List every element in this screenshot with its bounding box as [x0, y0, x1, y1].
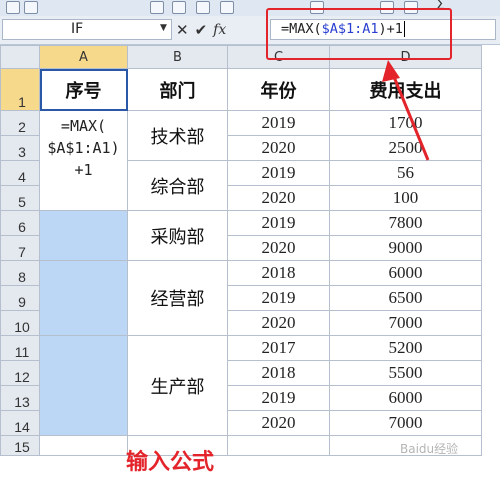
header-cell-department[interactable]: 部门 — [127, 68, 228, 111]
select-all-corner[interactable] — [0, 45, 40, 69]
header-cell-year[interactable]: 年份 — [227, 68, 330, 111]
format-painter-icon[interactable] — [150, 1, 164, 14]
row-header[interactable]: 5 — [0, 185, 40, 211]
row-header[interactable]: 10 — [0, 310, 40, 336]
year-cell[interactable]: 2019 — [227, 285, 330, 311]
expense-cell[interactable]: 100 — [329, 185, 482, 211]
header-cell-number[interactable]: 序号 — [39, 68, 128, 111]
annotation-text: 输入公式 — [126, 450, 215, 475]
insert-function-icon[interactable]: fx — [213, 22, 226, 38]
empty-cell[interactable] — [227, 435, 330, 456]
formula-highlight-box — [266, 8, 452, 60]
department-cell[interactable]: 综合部 — [127, 160, 228, 211]
year-cell[interactable]: 2020 — [227, 135, 330, 161]
expense-cell[interactable]: 7000 — [329, 410, 482, 436]
year-cell[interactable]: 2020 — [227, 235, 330, 261]
row-header[interactable]: 11 — [0, 335, 40, 361]
department-cell[interactable]: 经营部 — [127, 260, 228, 336]
row-header[interactable]: 15 — [0, 435, 40, 456]
row-header[interactable]: 3 — [0, 135, 40, 161]
expense-cell[interactable]: 5200 — [329, 335, 482, 361]
row-header[interactable]: 4 — [0, 160, 40, 186]
row-header[interactable]: 14 — [0, 410, 40, 436]
watermark: Baidu经验 — [400, 442, 459, 456]
row-header[interactable]: 12 — [0, 360, 40, 386]
enter-check-icon[interactable]: ✔ — [195, 21, 208, 39]
column-header-a[interactable]: A — [39, 45, 128, 69]
expense-cell[interactable]: 2500 — [329, 135, 482, 161]
year-cell[interactable]: 2019 — [227, 385, 330, 411]
row-header[interactable]: 13 — [0, 385, 40, 411]
year-cell[interactable]: 2020 — [227, 410, 330, 436]
column-header-b[interactable]: B — [127, 45, 228, 69]
merged-number-cell[interactable] — [39, 335, 128, 436]
formula-line-3: +1 — [74, 161, 93, 179]
formula-buttons: ✕ ✔ fx — [176, 20, 226, 40]
header-cell-expense[interactable]: 费用支出 — [329, 68, 482, 111]
drawing-icon[interactable] — [220, 1, 234, 14]
expense-cell[interactable]: 7800 — [329, 210, 482, 236]
year-cell[interactable]: 2019 — [227, 210, 330, 236]
undo-icon[interactable] — [24, 1, 38, 14]
expense-cell[interactable]: 9000 — [329, 235, 482, 261]
department-cell[interactable]: 技术部 — [127, 110, 228, 161]
department-cell[interactable]: 采购部 — [127, 210, 228, 261]
year-cell[interactable]: 2017 — [227, 335, 330, 361]
year-cell[interactable]: 2018 — [227, 260, 330, 286]
row-header[interactable]: 8 — [0, 260, 40, 286]
save-icon[interactable] — [6, 1, 20, 14]
merged-number-cell[interactable] — [39, 260, 128, 336]
row-header[interactable]: 6 — [0, 210, 40, 236]
formula-line-2: $A$1:A1) — [47, 139, 120, 157]
row-header[interactable]: 7 — [0, 235, 40, 261]
year-cell[interactable]: 2019 — [227, 160, 330, 186]
sort-icon[interactable] — [172, 1, 186, 14]
year-cell[interactable]: 2020 — [227, 185, 330, 211]
department-cell[interactable]: 生产部 — [127, 335, 228, 436]
expense-cell[interactable]: 56 — [329, 160, 482, 186]
year-cell[interactable]: 2019 — [227, 110, 330, 136]
expense-cell[interactable]: 1700 — [329, 110, 482, 136]
expense-cell[interactable]: 6000 — [329, 385, 482, 411]
expense-cell[interactable]: 5500 — [329, 360, 482, 386]
expense-cell[interactable]: 6000 — [329, 260, 482, 286]
row-header[interactable]: 9 — [0, 285, 40, 311]
spreadsheet-grid: A B C D 1 序号 部门 年份 费用支出 2 =MAX( $A$1:A1)… — [0, 45, 482, 456]
merged-number-cell[interactable] — [39, 210, 128, 261]
cell-a2-formula[interactable]: =MAX( $A$1:A1) +1 — [39, 110, 128, 211]
formula-line-1: =MAX( — [60, 117, 107, 135]
empty-cell[interactable] — [39, 435, 128, 456]
cancel-icon[interactable]: ✕ — [176, 21, 189, 39]
year-cell[interactable]: 2018 — [227, 360, 330, 386]
chevron-down-icon[interactable]: ▼ — [160, 23, 167, 33]
name-box[interactable]: IF — [2, 19, 172, 40]
expense-cell[interactable]: 6500 — [329, 285, 482, 311]
expense-cell[interactable]: 7000 — [329, 310, 482, 336]
row-header[interactable]: 1 — [0, 68, 40, 111]
row-header[interactable]: 2 — [0, 110, 40, 136]
chart-icon[interactable] — [196, 1, 210, 14]
year-cell[interactable]: 2020 — [227, 310, 330, 336]
